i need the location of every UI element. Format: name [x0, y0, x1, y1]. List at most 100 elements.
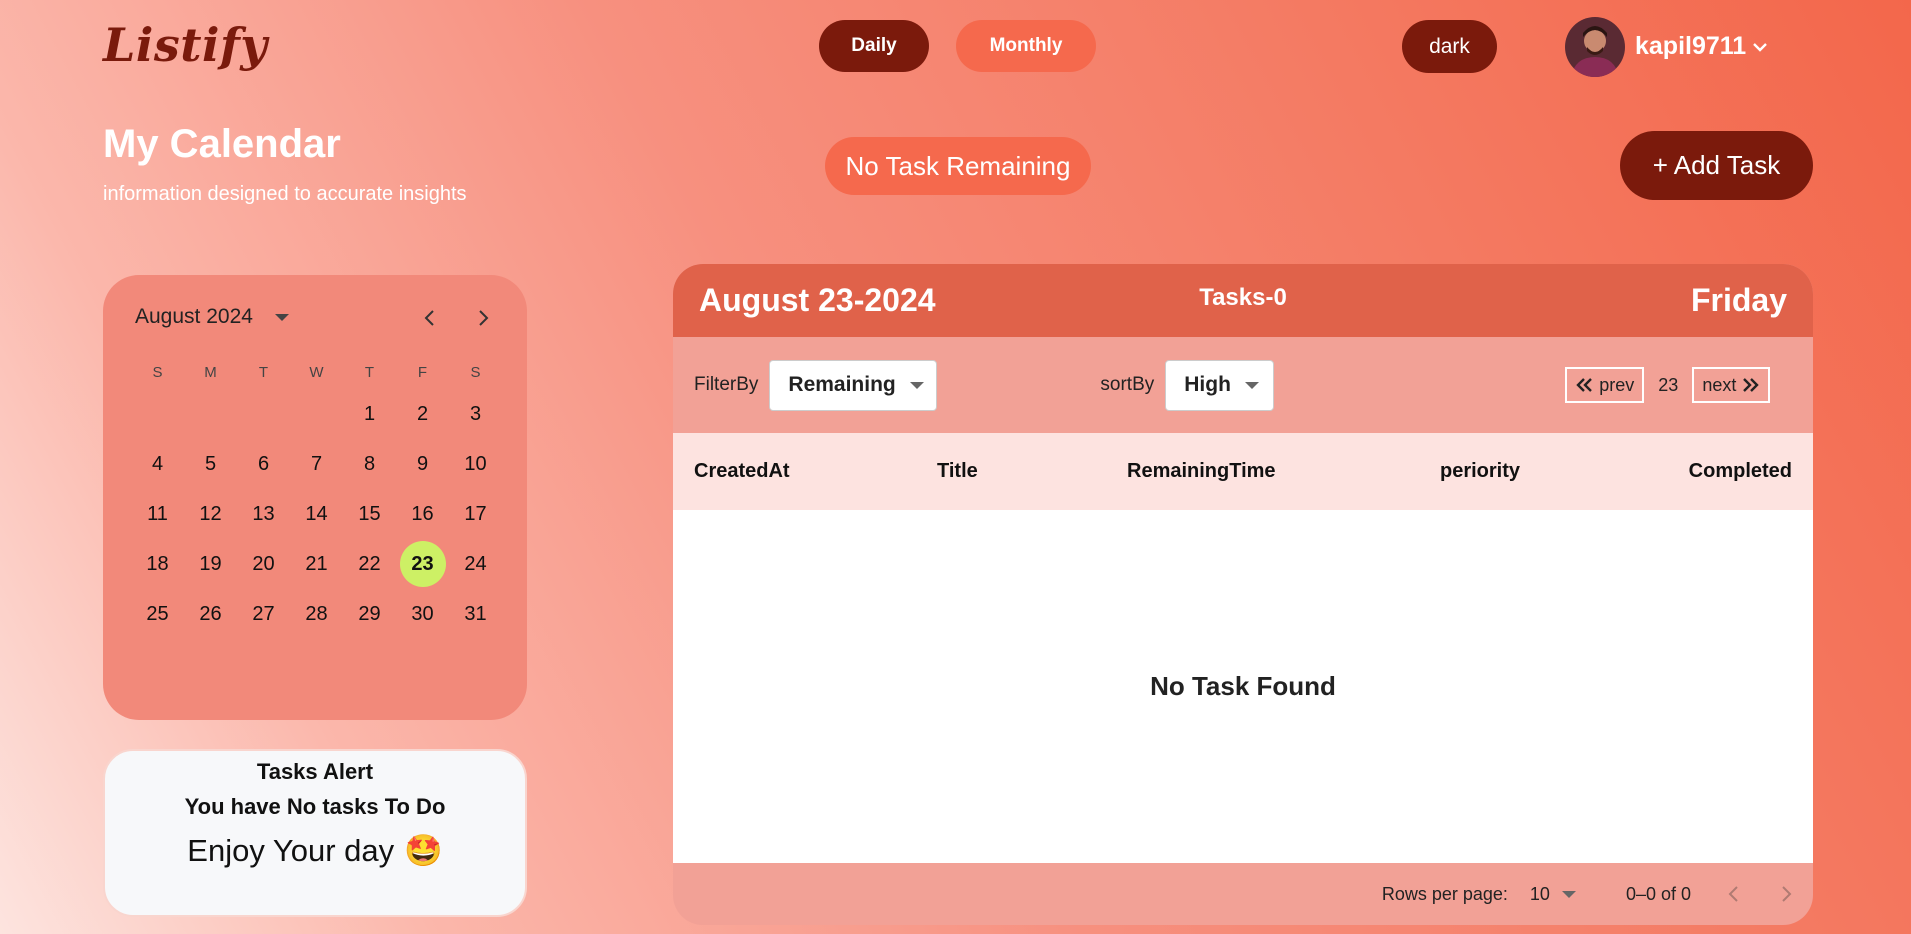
double-chevron-left-icon: [1576, 378, 1593, 392]
calendar-blank-cell: [184, 389, 237, 439]
column-header-title[interactable]: Title: [937, 460, 978, 483]
alert-enjoy-line: Enjoy Your day 🤩: [105, 832, 525, 869]
calendar-day[interactable]: 11: [131, 489, 184, 539]
caret-down-icon: [1561, 890, 1576, 898]
calendar-day-number: 5: [204, 452, 217, 475]
prev-label: prev: [1599, 374, 1635, 395]
next-page-button[interactable]: [1779, 885, 1793, 903]
star-struck-emoji-icon: 🤩: [404, 833, 443, 868]
calendar-day[interactable]: 2: [396, 389, 449, 439]
double-chevron-right-icon: [1743, 378, 1760, 392]
calendar-day[interactable]: 28: [290, 589, 343, 639]
calendar-day[interactable]: 10: [449, 439, 502, 489]
pagination-range: 0–0 of 0: [1625, 883, 1691, 904]
calendar-day[interactable]: 8: [343, 439, 396, 489]
caret-down-icon: [909, 381, 924, 389]
add-task-button[interactable]: + Add Task: [1620, 131, 1813, 200]
month-label: August 2024: [135, 305, 253, 328]
alert-message: You have No tasks To Do: [184, 794, 446, 819]
calendar-day[interactable]: 15: [343, 489, 396, 539]
calendar-day-number: 28: [305, 602, 328, 625]
user-menu[interactable]: kapil9711: [1635, 32, 1768, 61]
calendar-blank-cell: [131, 389, 184, 439]
calendar-day[interactable]: 20: [237, 539, 290, 589]
calendar-day[interactable]: 14: [290, 489, 343, 539]
calendar-day[interactable]: 18: [131, 539, 184, 589]
calendar-day-selected[interactable]: 23: [396, 539, 449, 589]
column-header-createdat[interactable]: CreatedAt: [694, 460, 790, 483]
calendar-day-number: 29: [358, 602, 381, 625]
sort-select[interactable]: High: [1165, 359, 1275, 411]
empty-state-message: No Task Found: [1150, 671, 1336, 701]
calendar-day[interactable]: 31: [449, 589, 502, 639]
calendar-day[interactable]: 12: [184, 489, 237, 539]
calendar-day[interactable]: 7: [290, 439, 343, 489]
calendar-day[interactable]: 27: [237, 589, 290, 639]
rows-per-page-select[interactable]: 10: [1530, 884, 1576, 905]
table-header: CreatedAt Title RemainingTime periority …: [673, 433, 1813, 510]
tasks-panel: August 23-2024 Tasks-0 Friday FilterBy R…: [673, 264, 1813, 925]
previous-page-button[interactable]: [1727, 885, 1741, 903]
chevron-left-icon: [1728, 886, 1738, 902]
rows-per-page-label: Rows per page:: [1381, 883, 1508, 904]
calendar-day-number: 26: [199, 602, 222, 625]
tab-daily[interactable]: Daily: [819, 20, 929, 72]
chevron-right-icon: [1782, 886, 1792, 902]
calendar-day-number: 22: [358, 552, 381, 575]
chevron-left-icon: [424, 310, 434, 326]
calendar-day-number: 17: [464, 502, 487, 525]
weekday-header: S: [470, 363, 481, 381]
calendar-day[interactable]: 30: [396, 589, 449, 639]
month-selector[interactable]: August 2024: [135, 305, 289, 329]
column-header-completed[interactable]: Completed: [1689, 460, 1792, 483]
calendar-day[interactable]: 25: [131, 589, 184, 639]
remaining-status-badge: No Task Remaining: [825, 137, 1091, 195]
calendar-day-number: 6: [257, 452, 270, 475]
calendar-day-number: 23: [399, 541, 446, 587]
calendar-day[interactable]: 19: [184, 539, 237, 589]
caret-down-icon: [274, 313, 289, 321]
column-header-priority[interactable]: periority: [1440, 460, 1520, 483]
calendar-day-number: 18: [146, 552, 169, 575]
calendar-day-number: 2: [416, 402, 429, 425]
page-title: My Calendar: [103, 122, 341, 166]
calendar-day[interactable]: 16: [396, 489, 449, 539]
weekday-header: T: [258, 363, 269, 381]
calendar-day[interactable]: 29: [343, 589, 396, 639]
theme-toggle-button[interactable]: dark: [1402, 20, 1497, 73]
calendar-blank-cell: [290, 389, 343, 439]
alert-title: Tasks Alert: [256, 759, 374, 784]
calendar-day[interactable]: 24: [449, 539, 502, 589]
calendar-day[interactable]: 6: [237, 439, 290, 489]
sort-value: High: [1184, 373, 1231, 396]
calendar-day[interactable]: 22: [343, 539, 396, 589]
calendar-day[interactable]: 5: [184, 439, 237, 489]
calendar-day-number: 21: [305, 552, 328, 575]
caret-down-icon: [1244, 381, 1259, 389]
calendar-day-number: 11: [147, 502, 168, 525]
chevron-right-icon: [479, 310, 489, 326]
calendar-day-number: 8: [363, 452, 376, 475]
previous-month-button[interactable]: [415, 303, 445, 333]
calendar-day[interactable]: 9: [396, 439, 449, 489]
calendar-day[interactable]: 26: [184, 589, 237, 639]
calendar-day[interactable]: 13: [237, 489, 290, 539]
table-pagination: Rows per page: 10 0–0 of 0: [673, 863, 1813, 925]
app-logo[interactable]: Listify: [103, 18, 267, 72]
next-month-button[interactable]: [468, 303, 498, 333]
calendar-day-number: 1: [363, 402, 376, 425]
user-avatar[interactable]: [1565, 17, 1625, 77]
prev-day-button[interactable]: prev: [1565, 367, 1645, 403]
next-label: next: [1702, 374, 1737, 395]
calendar-day[interactable]: 4: [131, 439, 184, 489]
column-header-remainingtime[interactable]: RemainingTime: [1127, 460, 1276, 483]
calendar-day[interactable]: 21: [290, 539, 343, 589]
calendar-day[interactable]: 17: [449, 489, 502, 539]
weekday-header: T: [364, 363, 375, 381]
next-day-button[interactable]: next: [1692, 367, 1771, 403]
calendar-day[interactable]: 3: [449, 389, 502, 439]
sort-label: sortBy: [1100, 374, 1155, 395]
calendar-day[interactable]: 1: [343, 389, 396, 439]
filter-select[interactable]: Remaining: [769, 359, 938, 411]
tab-monthly[interactable]: Monthly: [956, 20, 1096, 72]
